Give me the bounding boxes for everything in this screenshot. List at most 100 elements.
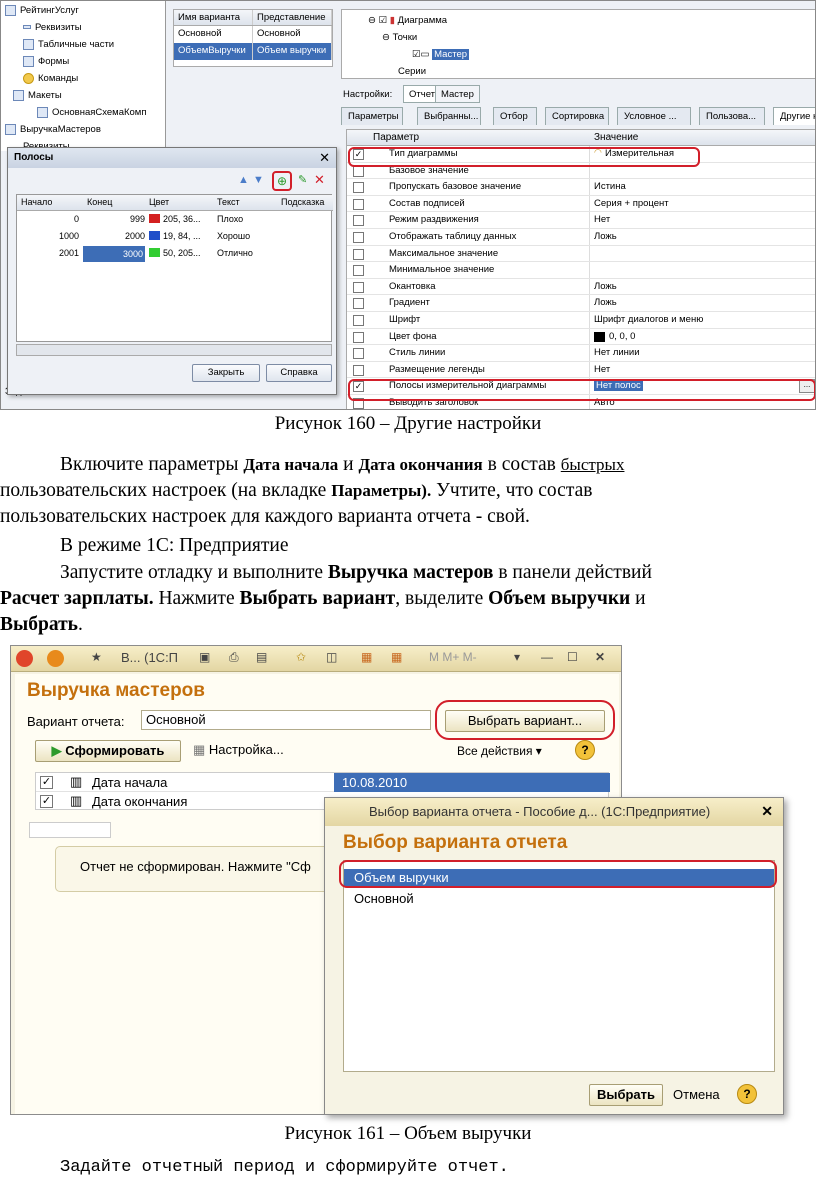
parameter-value[interactable]: Нет линии [594, 347, 640, 358]
cancel-button[interactable]: Отмена [673, 1087, 720, 1102]
parameter-row[interactable]: Стиль линии Нет линии [347, 345, 815, 362]
checkbox[interactable] [353, 281, 364, 293]
tree-item[interactable]: Команды [23, 71, 78, 87]
tree-item[interactable]: Формы [23, 54, 69, 70]
tree-item[interactable]: Табличные части [23, 37, 114, 53]
minimize-icon[interactable]: — [541, 650, 553, 664]
checkbox[interactable] [353, 331, 364, 343]
checkbox[interactable] [353, 364, 364, 376]
parameter-value[interactable]: Ложь [594, 231, 617, 242]
parameter-row[interactable]: Отображать таблицу данных Ложь [347, 229, 815, 246]
add-icon[interactable]: ⊕ [272, 171, 292, 191]
checkbox[interactable] [353, 248, 364, 260]
band-start[interactable]: 2001 [21, 248, 79, 258]
parameter-row[interactable]: Окантовка Ложь [347, 278, 815, 296]
band-row[interactable]: 0 999 205, 36... Плохо [17, 212, 333, 228]
print-icon[interactable]: ⎙ [229, 650, 239, 665]
horizontal-scrollbar[interactable] [16, 344, 332, 356]
help-button[interactable]: Справка [266, 364, 332, 382]
structure-master[interactable]: ☑▭ Мастер [412, 49, 470, 60]
band-color[interactable]: 205, 36... [149, 214, 201, 224]
calc-icon[interactable]: ▦ [361, 650, 372, 664]
band-text[interactable]: Плохо [217, 214, 243, 224]
tree-item[interactable]: ОсновнаяСхемаКомп [37, 105, 147, 121]
band-row[interactable]: 2001 3000 50, 205... Отлично [17, 246, 333, 262]
parameter-value[interactable]: Ложь [594, 281, 617, 292]
band-row[interactable]: 1000 2000 19, 84, ... Хорошо [17, 229, 333, 245]
tree-item[interactable]: Макеты [13, 88, 62, 104]
parameter-row[interactable]: Шрифт Шрифт диалогов и меню [347, 312, 815, 329]
band-color[interactable]: 50, 205... [149, 248, 201, 258]
maximize-icon[interactable]: ☐ [567, 650, 578, 664]
checkbox[interactable]: ✓ [40, 795, 53, 808]
help-icon[interactable]: ? [737, 1084, 757, 1104]
checkbox[interactable] [353, 215, 364, 227]
checkbox[interactable]: ✓ [40, 776, 53, 789]
calendar-icon[interactable]: ▦ [391, 650, 402, 664]
band-text[interactable]: Отлично [217, 248, 253, 258]
favorites-icon[interactable]: ✩ [296, 650, 306, 664]
close-icon[interactable]: ✕ [761, 803, 773, 820]
checkbox[interactable] [353, 315, 364, 326]
tab-user[interactable]: Пользова... [699, 107, 765, 125]
menu-icon[interactable] [47, 650, 64, 667]
checkbox[interactable] [353, 198, 364, 210]
tab-master[interactable]: Мастер [435, 85, 480, 103]
band-end[interactable]: 999 [83, 214, 145, 224]
parameter-value[interactable]: Серия + процент [594, 198, 669, 209]
parameter-value[interactable]: Шрифт диалогов и меню [594, 314, 703, 325]
variant-field[interactable]: Основной [141, 710, 431, 730]
parameter-value[interactable]: Истина [594, 181, 626, 192]
band-end[interactable]: 3000 [83, 246, 145, 262]
table-row-selected[interactable]: ОбъемВыручки Объем выручки [174, 43, 332, 60]
structure-points[interactable]: ⊖ Точки [382, 32, 417, 43]
choose-button[interactable]: Выбрать [589, 1084, 663, 1106]
band-text[interactable]: Хорошо [217, 231, 250, 241]
list-item[interactable]: Основной [354, 891, 414, 906]
generate-button[interactable]: ▶ Сформировать [35, 740, 181, 762]
checkbox[interactable] [353, 298, 364, 310]
star-icon[interactable]: ★ [91, 650, 102, 664]
tree-item[interactable]: РейтингУслуг [5, 3, 79, 19]
history-icon[interactable]: ◫ [326, 650, 337, 664]
parameter-row[interactable]: Градиент Ложь [347, 295, 815, 312]
tab-selected[interactable]: Выбранны... [417, 107, 481, 125]
checkbox[interactable] [353, 165, 364, 177]
parameter-value[interactable]: Нет [594, 214, 610, 225]
tree-item[interactable]: Реквизиты [23, 20, 82, 36]
arrow-down-icon[interactable]: ▼ [253, 174, 264, 186]
table-row[interactable]: Основной Основной [174, 26, 332, 43]
preview-icon[interactable]: ▤ [256, 650, 267, 664]
parameter-value[interactable]: Нет [594, 364, 610, 375]
band-end[interactable]: 2000 [83, 231, 145, 241]
dropdown-icon[interactable]: ▾ [514, 650, 520, 664]
settings-button[interactable]: ▦ Настройка... [193, 742, 284, 758]
parameter-row[interactable]: Цвет фона 0, 0, 0 [347, 328, 815, 346]
band-start[interactable]: 1000 [21, 231, 79, 241]
close-icon[interactable]: ✕ [595, 650, 605, 664]
structure-diagram[interactable]: ⊖ ☑ ▮ Диаграмма [368, 15, 447, 26]
checkbox[interactable] [353, 232, 364, 243]
parameter-row[interactable]: Состав подписей Серия + процент [347, 195, 815, 213]
checkbox[interactable] [353, 348, 364, 360]
structure-series[interactable]: Серии [398, 66, 426, 77]
parameter-row[interactable]: Пропускать базовое значение Истина [347, 179, 815, 196]
table-row[interactable]: ✓ ▥ Дата начала 10.08.2010 [36, 773, 610, 792]
parameter-row[interactable]: Максимальное значение [347, 245, 815, 263]
tab-conditional[interactable]: Условное ... [617, 107, 691, 125]
delete-icon[interactable]: ✕ [314, 172, 325, 188]
tree-item[interactable]: ВыручкаМастеров [5, 122, 101, 138]
checkbox[interactable] [353, 265, 364, 277]
tab-parameters[interactable]: Параметры [341, 107, 403, 125]
parameter-value[interactable]: Ложь [594, 297, 617, 308]
help-icon[interactable]: ? [575, 740, 595, 760]
save-icon[interactable]: ▣ [199, 650, 210, 664]
date-start-value[interactable]: 10.08.2010 [334, 773, 610, 792]
close-icon[interactable]: ✕ [319, 150, 330, 166]
arrow-up-icon[interactable]: ▲ [238, 174, 249, 186]
parameter-row[interactable]: Режим раздвижения Нет [347, 212, 815, 229]
memory-buttons[interactable]: M M+ M- [429, 650, 477, 664]
tab-other[interactable]: Другие н [773, 107, 815, 125]
band-start[interactable]: 0 [21, 214, 79, 224]
edit-icon[interactable]: ✎ [298, 173, 307, 186]
